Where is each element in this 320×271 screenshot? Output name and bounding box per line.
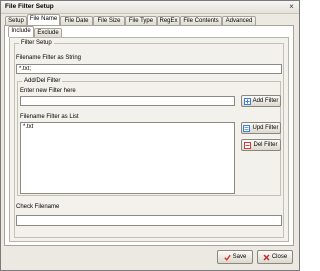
window-close-icon[interactable]: × bbox=[287, 2, 296, 11]
close-label: Close bbox=[271, 254, 288, 260]
filter-setup-group-label: Filter Setup bbox=[19, 40, 54, 46]
delete-icon bbox=[244, 141, 252, 149]
save-label: Save bbox=[232, 254, 247, 260]
tab-file-size[interactable]: File Size bbox=[93, 16, 125, 25]
new-filter-input[interactable] bbox=[20, 96, 235, 106]
save-button[interactable]: Save bbox=[217, 250, 253, 264]
check-filename-label: Check Filename bbox=[16, 204, 60, 210]
check-filename-input[interactable] bbox=[16, 215, 282, 226]
add-filter-button[interactable]: Add Filter bbox=[241, 95, 281, 107]
tab-file-date[interactable]: File Date bbox=[60, 16, 93, 25]
file-name-tab-panel: Include Exclude Filter Setup Filename Fi… bbox=[4, 25, 294, 246]
filter-list-label: Filename Filter as List bbox=[20, 114, 79, 120]
subtab-exclude[interactable]: Exclude bbox=[34, 28, 62, 37]
tab-file-contents[interactable]: File Contents bbox=[180, 16, 222, 25]
file-filter-setup-window: File Filter Setup × Setup File Name File… bbox=[0, 0, 300, 271]
close-button[interactable]: Close bbox=[257, 250, 293, 264]
delete-filter-label: Del Filter bbox=[253, 142, 278, 148]
update-filter-button[interactable]: Upd Filter bbox=[241, 122, 281, 134]
delete-filter-button[interactable]: Del Filter bbox=[241, 139, 281, 151]
new-filter-label: Enter new Filter here bbox=[20, 88, 76, 94]
close-icon bbox=[263, 254, 270, 261]
title-bar: File Filter Setup × bbox=[1, 1, 299, 14]
update-icon bbox=[243, 124, 251, 132]
tab-file-name[interactable]: File Name bbox=[27, 14, 60, 25]
update-filter-label: Upd Filter bbox=[252, 125, 279, 131]
filename-filter-string-label: Filename Filter as String bbox=[16, 55, 82, 61]
include-panel: Filter Setup Filename Filter as String A… bbox=[9, 37, 289, 242]
tab-advanced[interactable]: Advanced bbox=[222, 16, 256, 25]
tab-setup[interactable]: Setup bbox=[5, 16, 27, 25]
subtab-include[interactable]: Include bbox=[8, 26, 34, 37]
add-del-filter-group: Add/Del Filter Enter new Filter here Add… bbox=[17, 78, 281, 196]
filename-filter-string-input[interactable] bbox=[16, 64, 282, 74]
add-filter-label: Add Filter bbox=[252, 98, 279, 104]
list-item[interactable]: *.txt bbox=[21, 123, 234, 131]
add-icon bbox=[243, 97, 251, 105]
window-title: File Filter Setup bbox=[5, 3, 54, 10]
filter-setup-group: Filter Setup Filename Filter as String A… bbox=[14, 40, 284, 238]
tab-regex[interactable]: RegEx bbox=[157, 16, 180, 25]
tab-file-type[interactable]: File Type bbox=[125, 16, 157, 25]
save-icon bbox=[223, 254, 231, 261]
add-del-filter-group-label: Add/Del Filter bbox=[22, 78, 63, 84]
filter-listbox[interactable]: *.txt bbox=[20, 122, 235, 194]
